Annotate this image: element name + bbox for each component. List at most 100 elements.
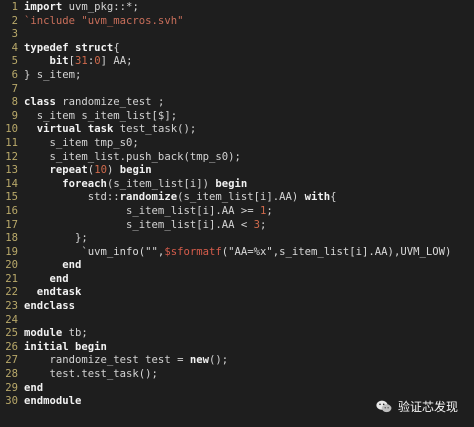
code-line[interactable]: 23 endclass bbox=[0, 300, 451, 314]
line-number: 18 bbox=[5, 232, 18, 245]
code-line[interactable]: 21 end bbox=[0, 273, 451, 287]
line-number: 14 bbox=[5, 177, 18, 190]
code-line[interactable]: 19 `uvm_info("",$sformatf("AA=%x",s_item… bbox=[0, 246, 451, 260]
code-token: ) bbox=[106, 164, 120, 177]
code-token: { bbox=[113, 41, 120, 54]
code-token: endclass bbox=[24, 300, 76, 313]
code-token: virtual bbox=[36, 123, 82, 136]
code-line[interactable]: 15 std::randomize(s_item_list[i].AA) wit… bbox=[0, 191, 451, 205]
line-number: 16 bbox=[5, 204, 18, 217]
code-line[interactable]: 29 end bbox=[0, 382, 451, 396]
code-line[interactable]: 13 repeat(10) begin bbox=[0, 164, 451, 178]
line-number: 15 bbox=[5, 191, 18, 204]
line-code: std::randomize(s_item_list[i].AA) with{ bbox=[18, 191, 337, 205]
code-line[interactable]: 27 randomize_test test = new(); bbox=[0, 354, 451, 368]
code-line[interactable]: 26 initial begin bbox=[0, 341, 451, 355]
line-number: 21 bbox=[5, 272, 18, 285]
code-editor[interactable]: 1 import uvm_pkg::*; 2 `include "uvm_macros… bbox=[0, 0, 474, 427]
line-number: 5 bbox=[11, 55, 18, 68]
code-token: begin bbox=[215, 177, 248, 190]
line-code: endtask bbox=[18, 286, 82, 300]
code-line[interactable]: 4 typedef struct{ bbox=[0, 42, 451, 56]
code-token: struct bbox=[75, 41, 114, 54]
line-code: endclass bbox=[18, 300, 75, 314]
code-line[interactable]: 5 bit[31:0] AA; bbox=[0, 55, 451, 69]
code-token: test.test_task(); bbox=[24, 368, 158, 381]
code-line[interactable]: 9 s_item s_item_list[$]; bbox=[0, 110, 451, 124]
code-line[interactable]: 28 test.test_task(); bbox=[0, 368, 451, 382]
line-code: `uvm_info("",$sformatf("AA=%x",s_item_li… bbox=[18, 246, 451, 260]
code-token: endtask bbox=[36, 286, 82, 299]
code-token: initial bbox=[24, 340, 69, 353]
code-token: endmodule bbox=[24, 395, 82, 408]
line-code: s_item_list.push_back(tmp_s0); bbox=[18, 151, 241, 165]
line-number: 23 bbox=[5, 300, 18, 313]
code-line[interactable]: 1 import uvm_pkg::*; bbox=[0, 1, 451, 15]
code-line[interactable]: 20 end bbox=[0, 259, 451, 273]
line-number: 19 bbox=[5, 245, 18, 258]
code-line[interactable]: 25 module tb; bbox=[0, 327, 451, 341]
code-token: 31 bbox=[75, 55, 88, 68]
code-line[interactable]: 11 s_item tmp_s0; bbox=[0, 137, 451, 151]
code-token: test_task(); bbox=[113, 123, 197, 136]
line-number: 27 bbox=[5, 354, 18, 367]
line-number: 25 bbox=[5, 327, 18, 340]
code-line[interactable]: 2 `include "uvm_macros.svh" bbox=[0, 15, 451, 29]
line-number: 8 bbox=[11, 96, 18, 109]
code-line[interactable]: 14 foreach(s_item_list[i]) begin bbox=[0, 178, 451, 192]
line-number: 9 bbox=[11, 109, 18, 122]
line-number: 20 bbox=[5, 259, 18, 272]
code-token: s_item tmp_s0; bbox=[24, 136, 139, 149]
line-number: 30 bbox=[5, 395, 18, 408]
code-token: randomize_test test = bbox=[24, 354, 190, 367]
code-token: typedef bbox=[24, 41, 69, 54]
line-code: end bbox=[18, 382, 43, 396]
code-token: uvm_pkg::*; bbox=[62, 1, 139, 13]
code-token: $sformatf bbox=[164, 245, 222, 258]
code-line[interactable]: 18 }; bbox=[0, 232, 451, 246]
line-code: virtual task test_task(); bbox=[18, 123, 196, 137]
code-token: begin bbox=[119, 164, 152, 177]
code-token: randomize bbox=[119, 191, 178, 204]
line-number: 11 bbox=[5, 136, 18, 149]
code-line[interactable]: 16 s_item_list[i].AA >= 1; bbox=[0, 205, 451, 219]
code-area[interactable]: 1 import uvm_pkg::*; 2 `include "uvm_macros… bbox=[0, 1, 451, 409]
code-token: end bbox=[62, 259, 82, 272]
code-token: class bbox=[24, 96, 56, 109]
code-token: with bbox=[304, 191, 331, 204]
line-number: 4 bbox=[11, 41, 18, 54]
code-token: (s_item_list[i].AA) bbox=[177, 191, 305, 204]
code-token: ("AA=%x",s_item_list[i].AA),UVM_LOW) bbox=[221, 245, 452, 258]
line-code: initial begin bbox=[18, 341, 107, 355]
line-code: randomize_test test = new(); bbox=[18, 354, 229, 368]
line-code: } s_item; bbox=[18, 69, 81, 83]
line-code: typedef struct{ bbox=[18, 42, 120, 56]
code-line[interactable]: 12 s_item_list.push_back(tmp_s0); bbox=[0, 151, 451, 165]
line-code: }; bbox=[18, 232, 88, 246]
line-code: end bbox=[18, 259, 81, 273]
code-token: (); bbox=[208, 354, 229, 367]
code-line[interactable]: 7 bbox=[0, 83, 451, 97]
code-token: } s_item; bbox=[24, 68, 82, 81]
line-number: 7 bbox=[11, 82, 18, 95]
code-line[interactable]: 10 virtual task test_task(); bbox=[0, 123, 451, 137]
line-code: s_item s_item_list[$]; bbox=[18, 110, 177, 124]
code-token: 10 bbox=[94, 164, 107, 177]
line-number: 12 bbox=[5, 150, 18, 163]
code-line[interactable]: 3 bbox=[0, 28, 451, 42]
code-line[interactable]: 24 bbox=[0, 314, 451, 328]
line-code: repeat(10) begin bbox=[18, 164, 152, 178]
code-line[interactable]: 6} s_item; bbox=[0, 69, 451, 83]
code-token: tb; bbox=[62, 327, 88, 340]
code-line[interactable]: 22 endtask bbox=[0, 286, 451, 300]
code-line[interactable]: 8 class randomize_test ; bbox=[0, 96, 451, 110]
line-code: s_item tmp_s0; bbox=[18, 137, 139, 151]
code-line[interactable]: 17 s_item_list[i].AA < 3; bbox=[0, 219, 451, 233]
line-number: 17 bbox=[5, 218, 18, 231]
